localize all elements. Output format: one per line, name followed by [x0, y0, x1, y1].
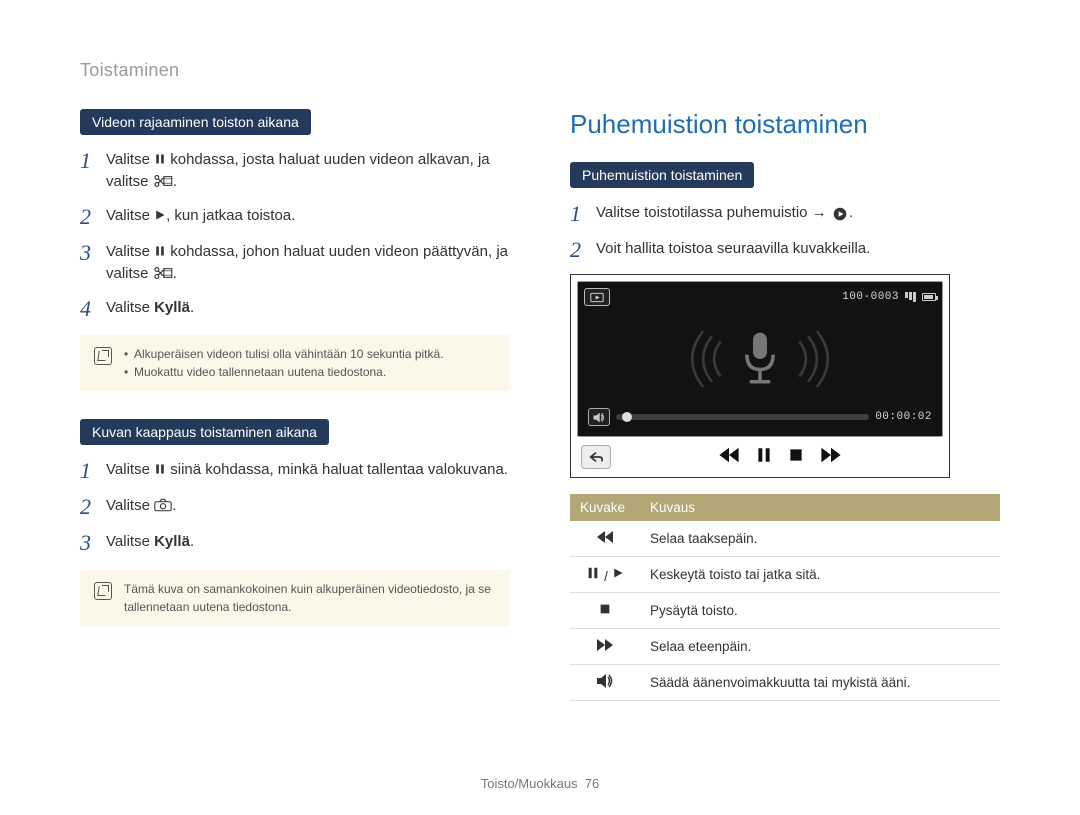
step-number: 3: [80, 531, 96, 555]
note-item: Muokattu video tallennetaan uutena tiedo…: [124, 363, 444, 381]
table-header-description: Kuvaus: [640, 494, 1000, 521]
elapsed-time: 00:00:02: [875, 411, 932, 423]
table-row: / Keskeytä toisto tai jatka sitä.: [570, 557, 1000, 593]
pause-button[interactable]: [755, 445, 773, 469]
camera-icon: [154, 495, 172, 517]
trim-film-icon: [153, 171, 173, 193]
section-heading: Puhemuistion toistaminen: [570, 109, 1000, 140]
voice-memo-steps: 1 Valitse toistotilassa puhemuistio → . …: [570, 202, 1000, 262]
step-number: 1: [570, 202, 586, 226]
note-icon: [94, 347, 112, 365]
table-cell-description: Keskeytä toisto tai jatka sitä.: [640, 557, 1000, 593]
left-column: Videon rajaaminen toiston aikana 1 Valit…: [80, 109, 510, 701]
note-box: Tämä kuva on samankokoinen kuin alkuperä…: [80, 570, 510, 626]
step-number: 2: [80, 495, 96, 519]
right-column: Puhemuistion toistaminen Puhemuistion to…: [570, 109, 1000, 701]
section-badge-voice-memo: Puhemuistion toistaminen: [570, 162, 754, 188]
progress-bar[interactable]: [616, 414, 869, 420]
trim-film-icon: [153, 263, 173, 285]
step-number: 4: [80, 297, 96, 321]
forward-button[interactable]: [819, 445, 843, 469]
table-cell-description: Säädä äänenvoimakkuutta tai mykistä ääni…: [640, 665, 1000, 701]
playback-mode-icon[interactable]: [584, 288, 610, 306]
play-icon: [154, 205, 166, 227]
step-number: 1: [80, 149, 96, 173]
page-number: 76: [585, 776, 599, 791]
note-item: Alkuperäisen videon tulisi olla vähintää…: [124, 345, 444, 363]
capture-image-steps: 1 Valitse siinä kohdassa, minkä haluat t…: [80, 459, 510, 556]
stop-button[interactable]: [787, 445, 805, 469]
step-text: Voit hallita toistoa seuraavilla kuvakke…: [596, 238, 1000, 260]
page-header: Toistaminen: [80, 60, 1000, 81]
voice-memo-player: 100-0003 00:00:02: [570, 274, 950, 478]
microphone-graphic: [584, 306, 936, 408]
forward-icon: [570, 629, 640, 665]
table-header-icon: Kuvake: [570, 494, 640, 521]
page-footer: Toisto/Muokkaus 76: [0, 776, 1080, 791]
step-text: Valitse toistotilassa puhemuistio → .: [596, 202, 1000, 224]
step-text: Valitse kohdassa, johon haluat uuden vid…: [106, 241, 510, 285]
table-row: Selaa eteenpäin.: [570, 629, 1000, 665]
step-text: Valitse Kyllä.: [106, 531, 510, 553]
pause-icon: [154, 241, 166, 263]
footer-section: Toisto/Muokkaus: [481, 776, 578, 791]
play-circle-icon: [831, 202, 849, 224]
step-number: 1: [80, 459, 96, 483]
progress-handle[interactable]: [622, 412, 632, 422]
step-text: Valitse , kun jatkaa toistoa.: [106, 205, 510, 227]
step-text: Valitse kohdassa, josta haluat uuden vid…: [106, 149, 510, 193]
stop-icon: [570, 593, 640, 629]
step-number: 2: [570, 238, 586, 262]
speaker-icon: [570, 665, 640, 701]
note-box: Alkuperäisen videon tulisi olla vähintää…: [80, 335, 510, 391]
trim-video-steps: 1 Valitse kohdassa, josta haluat uuden v…: [80, 149, 510, 321]
pause-icon: [154, 459, 166, 481]
step-text: Valitse .: [106, 495, 510, 517]
player-screen: 100-0003 00:00:02: [577, 281, 943, 437]
volume-button[interactable]: [588, 408, 610, 426]
note-text: Tämä kuva on samankokoinen kuin alkuperä…: [124, 580, 496, 616]
step-text: Valitse Kyllä.: [106, 297, 510, 319]
table-row: Pysäytä toisto.: [570, 593, 1000, 629]
file-counter: 100-0003: [842, 291, 899, 303]
table-row: Selaa taaksepäin.: [570, 521, 1000, 557]
table-row: Säädä äänenvoimakkuutta tai mykistä ääni…: [570, 665, 1000, 701]
table-cell-description: Pysäytä toisto.: [640, 593, 1000, 629]
step-text: Valitse siinä kohdassa, minkä haluat tal…: [106, 459, 510, 481]
step-number: 3: [80, 241, 96, 265]
note-icon: [94, 582, 112, 600]
battery-icon: [922, 293, 936, 301]
table-cell-description: Selaa eteenpäin.: [640, 629, 1000, 665]
section-badge-trim-video: Videon rajaaminen toiston aikana: [80, 109, 311, 135]
icon-description-table: Kuvake Kuvaus Selaa taaksepäin. / Keskey…: [570, 494, 1000, 701]
pause-play-icon: /: [570, 557, 640, 593]
rewind-icon: [570, 521, 640, 557]
step-number: 2: [80, 205, 96, 229]
status-bar: 100-0003: [842, 291, 936, 303]
signal-icon: [905, 292, 916, 302]
rewind-button[interactable]: [717, 445, 741, 469]
section-badge-capture-image: Kuvan kaappaus toistaminen aikana: [80, 419, 329, 445]
back-button[interactable]: [581, 445, 611, 469]
note-list: Alkuperäisen videon tulisi olla vähintää…: [124, 345, 444, 381]
pause-icon: [154, 149, 166, 171]
table-cell-description: Selaa taaksepäin.: [640, 521, 1000, 557]
